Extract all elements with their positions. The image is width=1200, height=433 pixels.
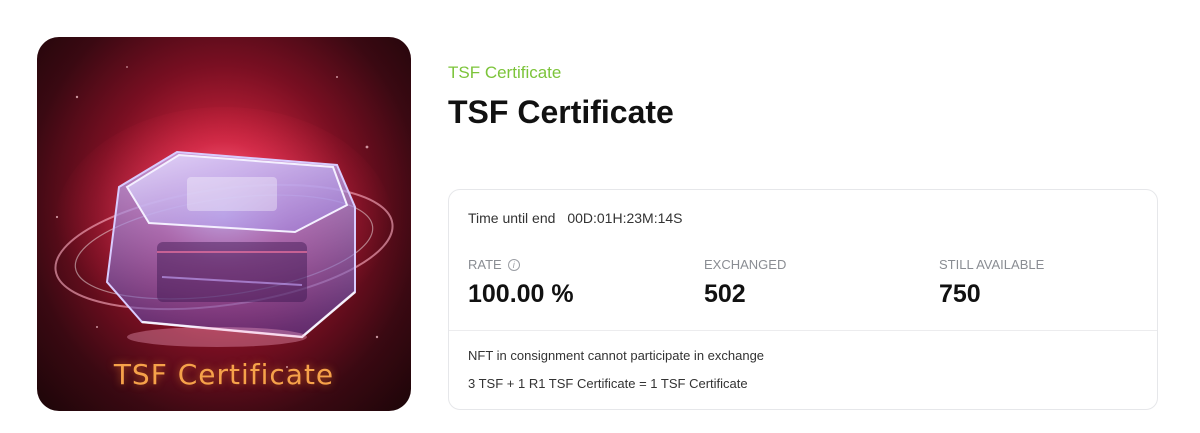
page-title: TSF Certificate — [448, 94, 674, 130]
stat-rate-label: RATE — [468, 257, 502, 272]
consignment-note: NFT in consignment cannot participate in… — [468, 348, 765, 363]
stat-still-available-label: STILL AVAILABLE — [939, 257, 1045, 272]
countdown-value: 00D:01H:23M:14S — [567, 210, 683, 226]
stat-rate-value: 100.00 % — [468, 280, 574, 308]
countdown-timer: Time until end 00D:01H:23M:14S — [468, 210, 683, 226]
exchange-info-card: Time until end 00D:01H:23M:14S RATE i 10… — [448, 189, 1158, 410]
countdown-label: Time until end — [468, 210, 556, 226]
stat-exchanged-value: 502 — [704, 280, 746, 308]
stat-exchanged-label: EXCHANGED — [704, 257, 787, 272]
category-label[interactable]: TSF Certificate — [448, 63, 561, 83]
stat-exchanged: EXCHANGED 502 — [704, 257, 786, 309]
stat-rate: RATE i 100.00 % — [468, 257, 574, 309]
card-divider — [449, 330, 1157, 331]
stat-still-available: STILL AVAILABLE 750 — [939, 257, 1044, 309]
product-image: TSF Certificate — [37, 37, 411, 411]
info-icon[interactable]: i — [507, 258, 520, 271]
stat-still-available-value: 750 — [939, 280, 981, 308]
certificate-box-illustration — [54, 66, 394, 368]
exchange-formula-note: 3 TSF + 1 R1 TSF Certificate = 1 TSF Cer… — [468, 376, 748, 391]
hero-image-title: TSF Certificate — [113, 358, 335, 391]
